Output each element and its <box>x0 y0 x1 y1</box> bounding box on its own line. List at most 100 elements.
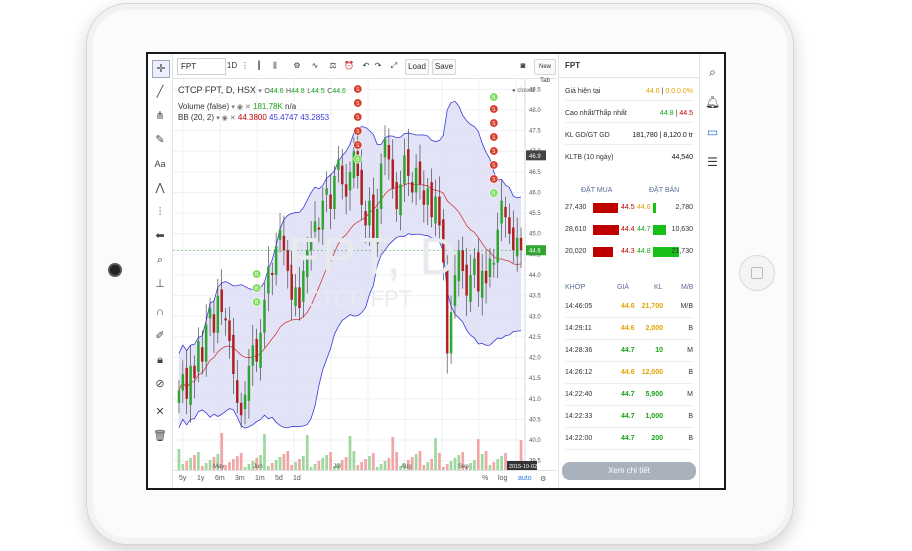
range-1y[interactable]: 1y <box>197 475 204 482</box>
orderbook-row: 27,430 44.5 44.6 2,780 <box>565 202 693 214</box>
interval-select[interactable]: 1D <box>225 59 239 73</box>
pattern-icon[interactable]: ⋀ <box>152 180 168 196</box>
fib-icon[interactable]: ⫶ <box>152 204 168 220</box>
candle-body <box>220 289 223 313</box>
load-button[interactable]: Load <box>405 59 429 75</box>
candle-body <box>181 374 185 391</box>
trade-row: 14:46:05 44.6 21,700 M/B <box>565 297 693 318</box>
camera-icon[interactable]: ◙ <box>517 59 529 73</box>
volume-bar <box>177 449 181 471</box>
volume-bar <box>301 456 305 471</box>
chart-type-icon[interactable]: ⫼ <box>269 59 281 73</box>
candle-body <box>185 367 188 399</box>
measure-icon[interactable]: ⊥ <box>152 276 168 292</box>
volume-bar <box>480 454 484 471</box>
text-tool-icon[interactable]: Aa <box>152 156 168 172</box>
candle-body <box>348 171 352 191</box>
low-value: 44.5 <box>311 88 325 95</box>
trade-value: 8,120.0 tr <box>663 132 693 139</box>
candle-body <box>519 237 523 251</box>
lock-icon[interactable]: 🔒︎ <box>152 352 168 368</box>
trendline-icon[interactable]: ╱ <box>152 84 168 100</box>
orderbook-buy-header: ĐẶT MUA <box>581 187 613 194</box>
last-price-tag-text: 44.6 <box>529 249 541 255</box>
trade-volume: 21,700 <box>641 303 663 310</box>
volume-bar <box>418 451 422 471</box>
orderbook-row: 28,610 44.4 44.7 10,630 <box>565 224 693 236</box>
range-5d[interactable]: 5d <box>275 475 283 482</box>
price-tick-label: 43.0 <box>529 314 541 320</box>
high-price: 44.8 <box>660 110 674 117</box>
fullscreen-icon[interactable]: ⤢ <box>389 59 399 73</box>
candle-body <box>294 287 297 306</box>
view-details-button[interactable]: Xem chi tiết <box>562 462 696 480</box>
volume-bar <box>500 456 503 471</box>
candle-body <box>480 270 484 298</box>
candle-body <box>224 318 227 321</box>
trade-volume: 2,000 <box>645 325 663 332</box>
pitchfork-icon[interactable]: ⋔ <box>152 108 168 124</box>
candle-body <box>271 272 274 275</box>
new-tab-button[interactable]: New Tab <box>534 59 556 84</box>
symbol-input[interactable]: FPT <box>177 58 226 75</box>
range-3m[interactable]: 3m <box>235 475 245 482</box>
bb-controls-icon[interactable]: ▾ ◉ ✕ <box>216 115 235 122</box>
folder-icon[interactable]: ▭ <box>704 124 721 141</box>
drawing-toolbar: ✛ ╱ ⋔ ✎ Aa ⋀ ⫶ ⬅ ⌕ ⊥ ∩ ✐ 🔒︎ ⊘ ✕ 🗑︎ <box>148 54 173 488</box>
trade-price: 44.7 <box>621 413 635 420</box>
candle-body <box>325 188 328 195</box>
volume-bar <box>278 457 282 471</box>
trade-price: 44.6 <box>621 369 635 376</box>
candle-body <box>508 217 511 234</box>
range-1d[interactable]: 1d <box>293 475 301 482</box>
stay-drawing-icon[interactable]: ✐ <box>152 328 168 344</box>
sell-price: 44.7 <box>637 226 651 233</box>
settings-small-icon[interactable]: ⚙ <box>540 475 546 483</box>
chevron-down-icon[interactable]: ▾ <box>258 88 262 95</box>
buy-volume: 20,020 <box>565 248 587 255</box>
brush-icon[interactable]: ✎ <box>152 132 168 148</box>
trade-side: B <box>688 325 693 332</box>
volume-bar <box>368 456 371 471</box>
compare-icon[interactable]: ⚖ <box>327 59 339 73</box>
range-5y[interactable]: 5y <box>179 475 186 482</box>
list-icon[interactable]: ☰ <box>704 154 721 171</box>
auto-toggle[interactable]: auto <box>518 475 532 482</box>
remove-drawings-icon[interactable]: ✕ <box>152 404 168 420</box>
candle-body <box>422 190 426 205</box>
range-1m[interactable]: 1m <box>255 475 265 482</box>
crosshair-icon[interactable]: ✛ <box>152 60 170 78</box>
range-6m[interactable]: 6m <box>215 475 225 482</box>
candle-body <box>189 365 192 405</box>
alert-icon[interactable]: ⏰ <box>343 59 355 73</box>
legend-controls-icon[interactable]: ▾ ◉ ✕ <box>231 104 250 111</box>
hide-icon[interactable]: ⊘ <box>152 376 168 392</box>
range-bar: 5y 1y 6m 3m 1m 5d 1d % log auto ⚙ <box>173 470 557 488</box>
volume-label: Volume (false) <box>178 102 230 111</box>
settings-gear-icon[interactable]: ⚙ <box>291 59 303 73</box>
home-button[interactable] <box>739 255 775 291</box>
volume-bar <box>193 455 196 471</box>
indicators-icon[interactable]: ∿ <box>309 59 321 73</box>
more-menu-icon[interactable]: ⋮ <box>241 59 249 73</box>
trade-side: M/B <box>680 303 693 310</box>
save-button[interactable]: Save <box>432 59 456 75</box>
arrow-left-icon[interactable]: ⬅ <box>152 228 168 244</box>
volume-bar <box>395 452 399 471</box>
undo-icon[interactable]: ↶ <box>361 59 371 73</box>
percent-toggle[interactable]: % <box>482 475 488 482</box>
redo-icon[interactable]: ↷ <box>373 59 383 73</box>
bell-icon[interactable]: 🔔︎ <box>704 94 721 111</box>
candle-body <box>177 390 181 403</box>
candle-body <box>368 200 371 226</box>
candle-body <box>236 380 239 403</box>
price-chart[interactable]: BBBSSSSSBSSSSSSBB48.548.047.547.046.546.… <box>173 79 557 471</box>
search-icon[interactable]: ⌕ <box>704 64 721 81</box>
magnet-icon[interactable]: ∩ <box>152 304 168 320</box>
log-toggle[interactable]: log <box>498 475 507 482</box>
trade-side: M <box>687 391 693 398</box>
bar-style-icon[interactable]: ┃ <box>253 59 265 73</box>
trash-icon[interactable]: 🗑︎ <box>152 428 168 444</box>
zoom-icon[interactable]: ⌕ <box>152 252 168 268</box>
avg-volume: 44,540 <box>671 154 693 161</box>
